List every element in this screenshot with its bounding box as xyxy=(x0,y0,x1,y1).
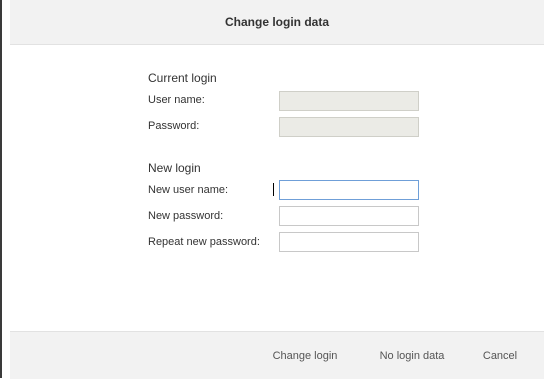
dialog-title: Change login data xyxy=(224,15,329,29)
user-name-label: User name: xyxy=(148,94,205,106)
repeat-password-label: Repeat new password: xyxy=(148,236,260,248)
window-edge xyxy=(0,0,2,378)
text-cursor xyxy=(273,183,274,196)
new-password-label: New password: xyxy=(148,210,224,222)
current-user-name-field xyxy=(279,91,419,111)
change-login-button[interactable]: Change login xyxy=(260,346,350,366)
new-user-name-label: New user name: xyxy=(148,184,229,196)
no-login-data-button[interactable]: No login data xyxy=(367,346,457,366)
cancel-button[interactable]: Cancel xyxy=(472,346,528,366)
dialog-titlebar: Change login data xyxy=(10,0,544,45)
current-password-field xyxy=(279,117,419,137)
new-password-field[interactable] xyxy=(279,206,419,226)
current-login-heading: Current login xyxy=(148,71,217,85)
new-login-heading: New login xyxy=(148,161,201,175)
password-label: Password: xyxy=(148,120,200,132)
change-login-dialog: Change login data Current login User nam… xyxy=(10,0,544,379)
new-user-name-field[interactable] xyxy=(279,180,419,200)
dialog-footer: Change login No login data Cancel xyxy=(10,331,544,379)
repeat-new-password-field[interactable] xyxy=(279,232,419,252)
